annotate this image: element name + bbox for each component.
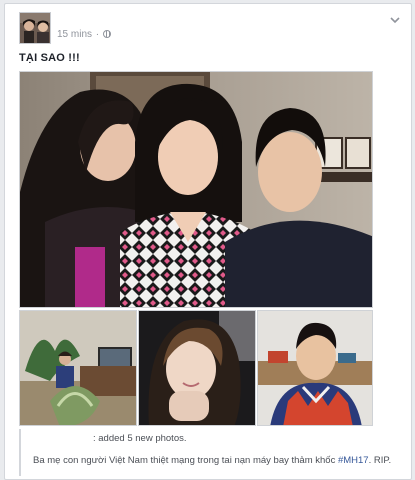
shared-post: : added 5 new photos. Ba mẹ con người Vi… <box>19 429 407 476</box>
photo-family[interactable] <box>19 71 373 308</box>
avatar[interactable] <box>19 12 51 44</box>
post-text: TẠI SAO !!! <box>19 52 80 64</box>
shared-action: : added 5 new photos. <box>93 433 187 444</box>
post-meta: 15 mins · <box>57 29 111 40</box>
photo-girl-selfie[interactable] <box>138 310 256 426</box>
photo-living-room[interactable] <box>19 310 137 426</box>
shared-message: Ba mẹ con người Việt Nam thiệt mạng tron… <box>33 455 391 466</box>
post-timestamp[interactable]: 15 mins <box>57 29 92 40</box>
meta-separator: · <box>95 29 100 40</box>
post-card: 15 mins · TẠI SAO !!!: added 5 new phot… <box>4 3 412 480</box>
hashtag-link[interactable]: #MH17 <box>338 455 369 466</box>
chevron-down-icon[interactable] <box>389 12 401 24</box>
photo-grid <box>19 71 373 426</box>
shared-message-text: Ba mẹ con người Việt Nam thiệt mạng tron… <box>33 455 338 466</box>
globe-icon[interactable] <box>102 30 111 38</box>
photo-boy[interactable] <box>257 310 373 426</box>
shared-message-suffix: . RIP. <box>368 455 392 466</box>
